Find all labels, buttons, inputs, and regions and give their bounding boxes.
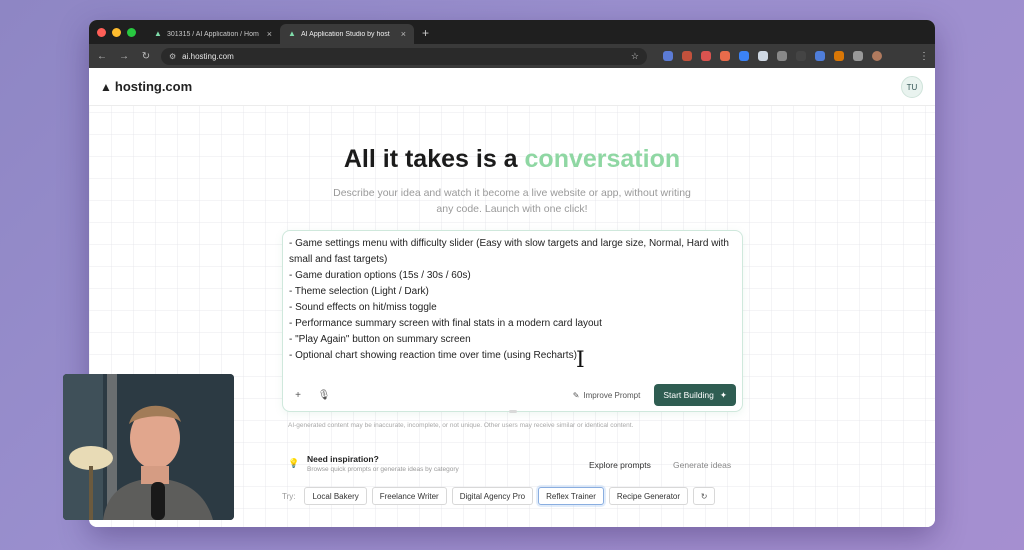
prompt-editor[interactable]: - Game settings menu with difficulty sli… xyxy=(282,230,743,413)
try-chips: Try: Local Bakery Freelance Writer Digit… xyxy=(282,487,716,505)
inspiration-panel: 💡 Need inspiration? Browse quick prompts… xyxy=(285,452,741,478)
extension-icon[interactable] xyxy=(720,51,730,61)
tab-title: 301315 / AI Application / Hom xyxy=(167,30,259,38)
sparkle-icon: ✦ xyxy=(719,389,727,400)
inspiration-title: Need inspiration? xyxy=(307,454,379,464)
extension-icon[interactable] xyxy=(777,51,787,61)
chip-reflex-trainer[interactable]: Reflex Trainer xyxy=(538,487,604,505)
browser-tab-2[interactable]: ▲ AI Application Studio by host × xyxy=(280,24,414,44)
title-accent: conversation xyxy=(524,145,681,173)
profile-icon[interactable] xyxy=(872,51,882,61)
site-header: ▲ hosting.com TU xyxy=(89,68,935,106)
browser-tab-1[interactable]: ▲ 301315 / AI Application / Hom × xyxy=(146,24,280,44)
extensions-bar xyxy=(663,51,882,61)
user-avatar[interactable]: TU xyxy=(901,76,923,98)
tab-explore-prompts[interactable]: Explore prompts xyxy=(581,456,659,474)
extension-icon[interactable] xyxy=(663,51,673,61)
extension-icon[interactable] xyxy=(739,51,749,61)
hosting-favicon-icon: ▲ xyxy=(288,29,296,38)
browser-toolbar: ← → ↻ ⚙ ai.hosting.com ☆ ⋮ xyxy=(89,44,935,68)
tab-strip: ▲ 301315 / AI Application / Hom × ▲ AI A… xyxy=(89,20,935,44)
close-tab-icon[interactable]: × xyxy=(267,29,272,39)
prompt-actions: + 🎙 ✎ Improve Prompt Start Building ✦ xyxy=(283,379,742,411)
add-attachment-button[interactable]: + xyxy=(289,386,307,404)
page-title: All it takes is a conversation xyxy=(89,145,935,174)
hosting-favicon-icon: ▲ xyxy=(154,29,162,38)
improve-prompt-label: Improve Prompt xyxy=(583,390,641,400)
improve-prompt-button[interactable]: ✎ Improve Prompt xyxy=(573,391,641,400)
page-subtitle: Describe your idea and watch it become a… xyxy=(333,187,691,215)
microphone-icon[interactable]: 🎙 xyxy=(315,386,333,404)
minimize-window-button[interactable] xyxy=(112,28,121,37)
forward-icon[interactable]: → xyxy=(117,51,131,62)
webcam-overlay xyxy=(63,374,234,520)
lightbulb-icon: 💡 xyxy=(288,458,300,468)
puzzle-icon[interactable] xyxy=(853,51,863,61)
title-prefix: All it takes is a xyxy=(343,145,525,173)
prompt-textarea[interactable]: - Game settings menu with difficulty sli… xyxy=(289,236,739,364)
try-label: Try: xyxy=(282,491,296,501)
refresh-icon[interactable]: ↻ xyxy=(693,487,716,505)
site-info-icon[interactable]: ⚙ xyxy=(169,52,176,61)
new-tab-button[interactable]: + xyxy=(414,26,437,44)
chip-recipe-generator[interactable]: Recipe Generator xyxy=(608,487,689,505)
close-tab-icon[interactable]: × xyxy=(401,29,406,39)
extension-icon[interactable] xyxy=(758,51,768,61)
extension-icon[interactable] xyxy=(815,51,825,61)
extension-icon[interactable] xyxy=(834,51,844,61)
hosting-logo-icon: ▲ xyxy=(100,79,112,94)
resize-handle[interactable] xyxy=(509,410,517,413)
bookmark-star-icon[interactable]: ☆ xyxy=(631,51,639,62)
tab-title: AI Application Studio by host xyxy=(301,30,390,38)
extension-icon[interactable] xyxy=(796,51,806,61)
browser-menu-icon[interactable]: ⋮ xyxy=(919,51,929,62)
start-building-button[interactable]: Start Building ✦ xyxy=(654,384,736,406)
extension-icon[interactable] xyxy=(701,51,711,61)
extension-icon[interactable] xyxy=(682,51,692,61)
tab-generate-ideas[interactable]: Generate ideas xyxy=(665,456,739,474)
inspiration-subtitle: Browse quick prompts or generate ideas b… xyxy=(307,466,459,473)
url-text: ai.hosting.com xyxy=(182,51,234,61)
close-window-button[interactable] xyxy=(97,28,106,37)
maximize-window-button[interactable] xyxy=(127,28,136,37)
window-controls xyxy=(89,28,146,44)
chip-local-bakery[interactable]: Local Bakery xyxy=(304,487,367,505)
webcam-person-image xyxy=(63,374,234,520)
chip-freelance-writer[interactable]: Freelance Writer xyxy=(371,487,447,505)
back-icon[interactable]: ← xyxy=(95,51,109,62)
reload-icon[interactable]: ↻ xyxy=(139,51,153,62)
text-cursor-icon: I xyxy=(576,348,585,373)
wand-icon: ✎ xyxy=(572,390,580,400)
address-bar[interactable]: ⚙ ai.hosting.com ☆ xyxy=(161,47,647,65)
ai-disclaimer: AI-generated content may be inaccurate, … xyxy=(288,422,634,429)
start-building-label: Start Building xyxy=(663,390,714,400)
chip-digital-agency-pro[interactable]: Digital Agency Pro xyxy=(451,487,534,505)
site-logo[interactable]: ▲ hosting.com xyxy=(100,79,192,94)
logo-text: hosting.com xyxy=(114,79,193,94)
